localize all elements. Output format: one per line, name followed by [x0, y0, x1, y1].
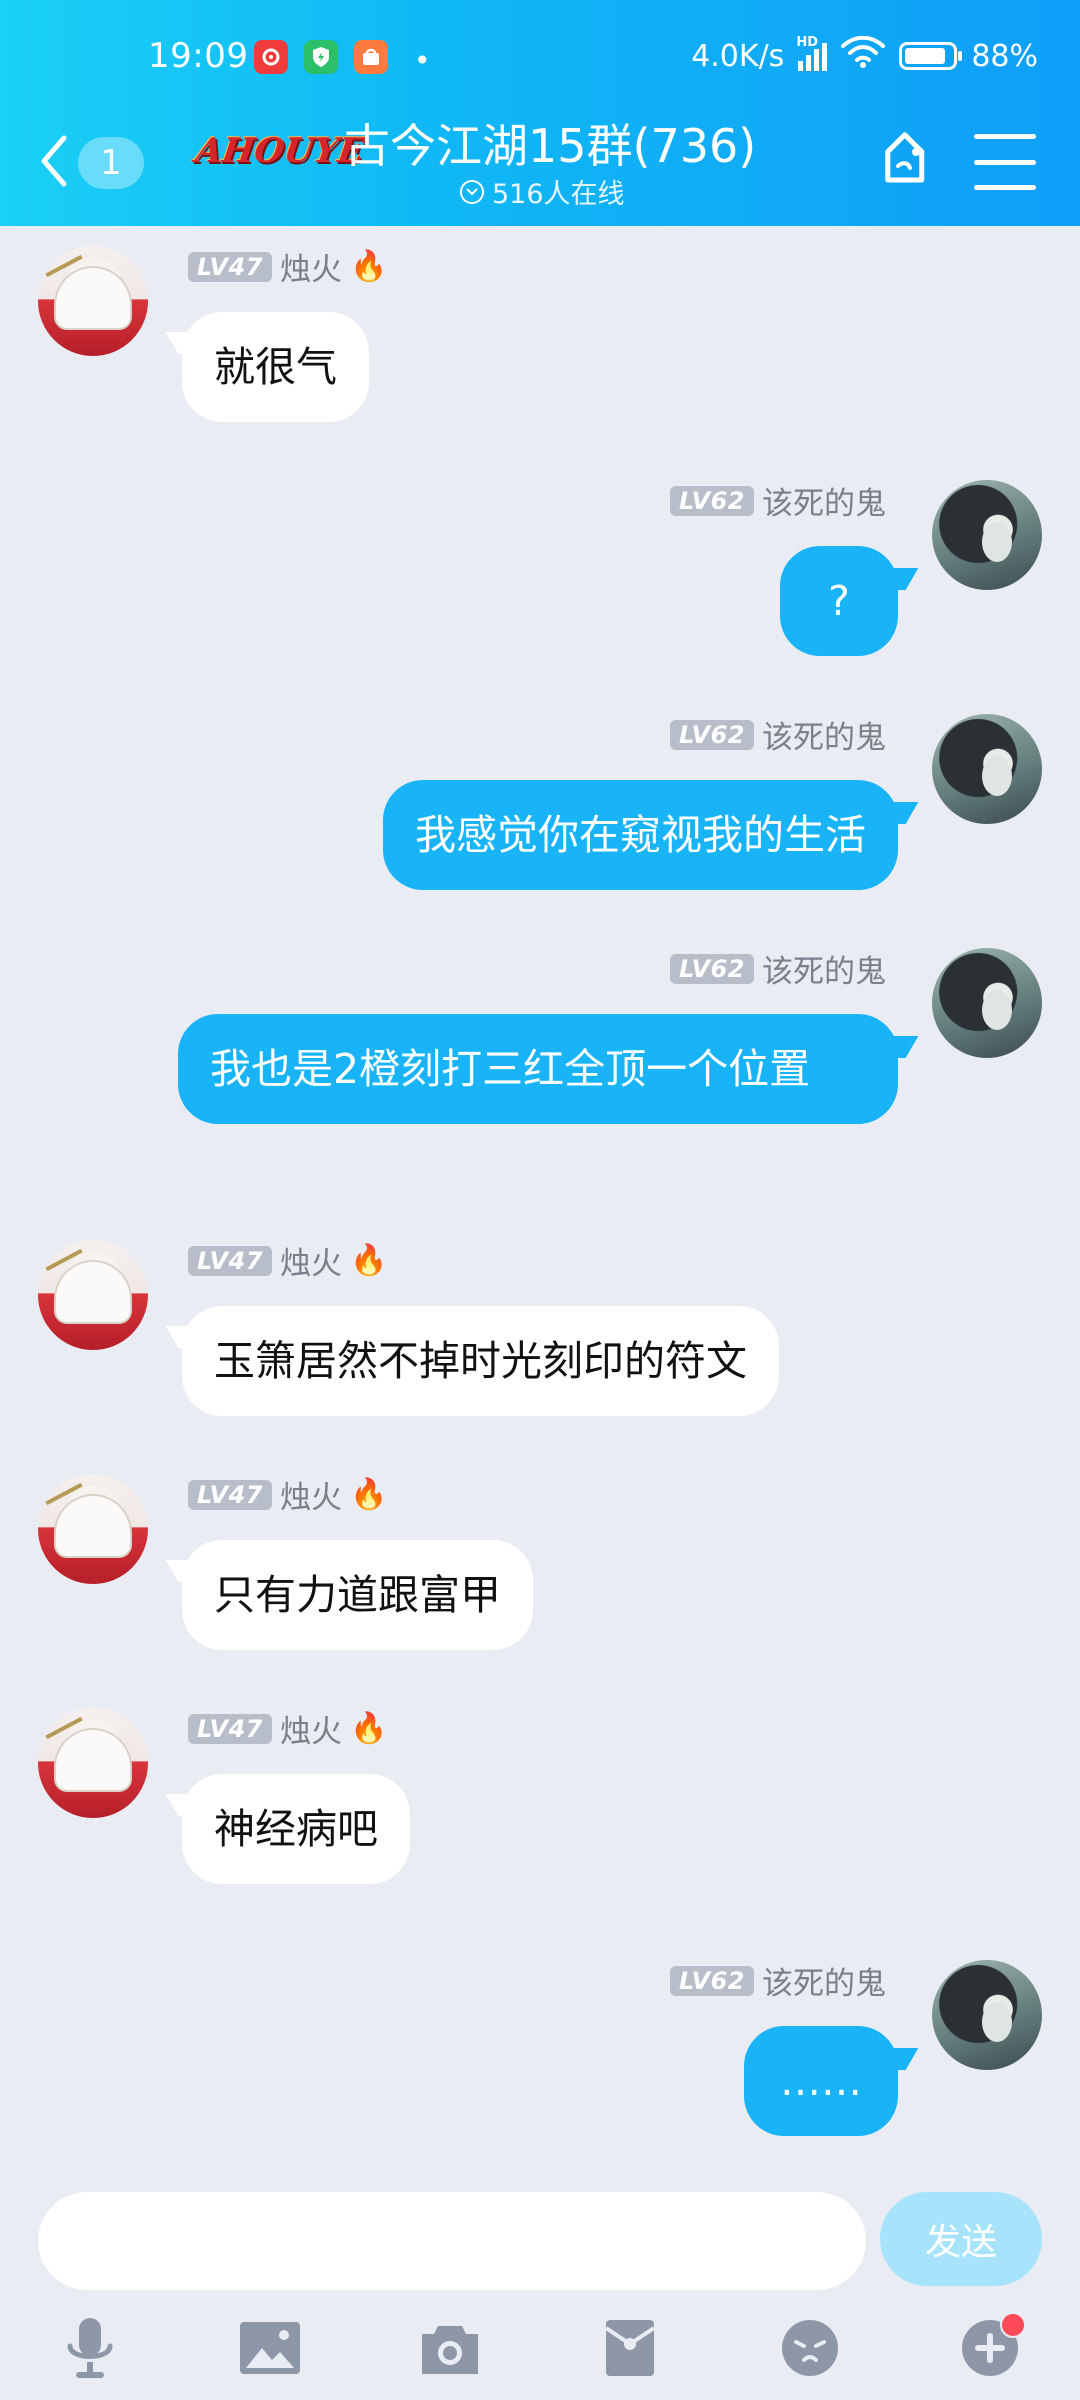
fire-icon: 🔥 [349, 1710, 388, 1746]
message-item: LV62 该死的鬼 我也是2橙刻打三红全顶一个位置 [0, 932, 1080, 1192]
message-bubble[interactable]: 神经病吧 [182, 1774, 410, 1884]
message-bubble[interactable]: 我也是2橙刻打三红全顶一个位置 [178, 1014, 898, 1124]
message-bubble[interactable]: …… [744, 2026, 898, 2136]
input-area: 发送 [0, 2166, 1080, 2400]
mi-shop-icon [354, 40, 388, 74]
sender-info[interactable]: LV62 该死的鬼 [670, 478, 886, 523]
message-input[interactable] [38, 2192, 866, 2290]
sender-name: 该死的鬼 [762, 720, 886, 756]
notification-dot [1000, 2312, 1026, 2338]
input-toolbar [0, 2300, 1080, 2400]
network-type-label: HD [796, 35, 818, 50]
avatar[interactable] [932, 1960, 1042, 2070]
message-bubble[interactable]: 只有力道跟富甲 [182, 1540, 533, 1650]
message-item: LV62 该死的鬼 我感觉你在窥视我的生活 [0, 698, 1080, 898]
sender-info[interactable]: LV62 该死的鬼 [670, 1958, 886, 2003]
tag-button[interactable] [874, 128, 944, 198]
online-count: 516人在线 [492, 179, 625, 210]
network-speed: 4.0K/s [691, 38, 785, 74]
sender-name: 烛火 [279, 1714, 342, 1750]
level-badge: LV47 [188, 1713, 272, 1744]
sender-info[interactable]: LV62 该死的鬼 [670, 946, 886, 991]
level-badge: LV62 [670, 953, 754, 984]
image-button[interactable] [230, 2308, 310, 2388]
unread-count-badge: 1 [78, 137, 144, 189]
message-item: LV47 烛火 🔥 就很气 [0, 230, 1080, 430]
avatar[interactable] [932, 714, 1042, 824]
menu-icon-line [974, 185, 1036, 190]
status-bar: 19:09 • 4.0K/s HD 88% [0, 0, 1080, 120]
voice-button[interactable] [50, 2308, 130, 2388]
netease-music-icon [254, 40, 288, 74]
sender-info[interactable]: LV47 烛火 🔥 [188, 244, 387, 289]
fire-icon: 🔥 [349, 1242, 388, 1278]
message-item: LV47 烛火 🔥 神经病吧 [0, 1692, 1080, 1892]
sender-info[interactable]: LV47 烛火 🔥 [188, 1238, 387, 1283]
message-bubble[interactable]: 就很气 [182, 312, 369, 422]
more-notifications-dot: • [414, 44, 431, 77]
online-status[interactable]: 516人在线 [460, 172, 625, 211]
chat-header: 19:09 • 4.0K/s HD 88% 1 AHOUYE 古今江湖15群(7… [0, 0, 1080, 226]
microphone-icon [67, 2318, 113, 2378]
emoji-button[interactable] [770, 2308, 850, 2388]
avatar[interactable] [932, 948, 1042, 1058]
level-badge: LV47 [188, 251, 272, 282]
sender-info[interactable]: LV47 烛火 🔥 [188, 1706, 387, 1751]
level-badge: LV62 [670, 485, 754, 516]
signal-icon: HD [796, 35, 828, 71]
chevron-left-icon [38, 134, 68, 192]
message-item: LV62 该死的鬼 …… [0, 1944, 1080, 2144]
red-packet-icon [604, 2320, 656, 2376]
level-badge: LV47 [188, 1479, 272, 1510]
sender-info[interactable]: LV62 该死的鬼 [670, 712, 886, 757]
sender-name: 该死的鬼 [762, 1966, 886, 2002]
sender-name: 该死的鬼 [762, 486, 886, 522]
page-title[interactable]: 古今江湖15群(736) [344, 110, 756, 176]
camera-icon [422, 2326, 478, 2374]
fire-icon: 🔥 [349, 1476, 388, 1512]
menu-icon-line [974, 134, 1036, 139]
camera-button[interactable] [410, 2308, 490, 2388]
red-packet-button[interactable] [590, 2308, 670, 2388]
sender-name: 烛火 [279, 1246, 342, 1282]
wifi-icon [841, 35, 886, 76]
status-time: 19:09 [148, 36, 249, 76]
menu-button[interactable] [974, 134, 1036, 190]
title-bar: 1 AHOUYE 古今江湖15群(736) 516人在线 [0, 110, 1080, 226]
battery-level: 88% [971, 38, 1038, 74]
sender-name: 烛火 [279, 252, 342, 288]
send-button[interactable]: 发送 [880, 2192, 1042, 2286]
message-list[interactable]: LV47 烛火 🔥 就很气 LV62 该死的鬼 ? LV62 该死的鬼 我感觉你… [0, 226, 1080, 2166]
more-button[interactable] [950, 2308, 1030, 2388]
image-icon [240, 2322, 300, 2374]
message-bubble[interactable]: 我感觉你在窥视我的生活 [383, 780, 898, 890]
emoji-icon [782, 2320, 838, 2376]
avatar[interactable] [38, 1240, 148, 1350]
sender-name: 该死的鬼 [762, 954, 886, 990]
sender-name: 烛火 [279, 1480, 342, 1516]
level-badge: LV62 [670, 1965, 754, 1996]
chevron-circle-icon [460, 179, 484, 204]
shield-icon [304, 40, 338, 74]
fire-icon: 🔥 [349, 248, 388, 284]
avatar[interactable] [38, 1708, 148, 1818]
avatar[interactable] [38, 246, 148, 356]
level-badge: LV47 [188, 1245, 272, 1276]
battery-icon [899, 42, 963, 70]
tag-icon [885, 132, 925, 183]
message-item: LV47 烛火 🔥 玉箫居然不掉时光刻印的符文 [0, 1224, 1080, 1424]
level-badge: LV62 [670, 719, 754, 750]
message-bubble[interactable]: ? [780, 546, 898, 656]
message-item: LV62 该死的鬼 ? [0, 464, 1080, 664]
sender-info[interactable]: LV47 烛火 🔥 [188, 1472, 387, 1517]
status-indicators: 4.0K/s HD 88% [691, 35, 1038, 76]
group-logo: AHOUYE [193, 131, 367, 171]
menu-icon-line [974, 159, 1036, 165]
back-button[interactable]: 1 [38, 128, 168, 198]
message-bubble[interactable]: 玉箫居然不掉时光刻印的符文 [182, 1306, 779, 1416]
notification-icons [254, 40, 388, 74]
message-item: LV47 烛火 🔥 只有力道跟富甲 [0, 1458, 1080, 1658]
avatar[interactable] [932, 480, 1042, 590]
avatar[interactable] [38, 1474, 148, 1584]
